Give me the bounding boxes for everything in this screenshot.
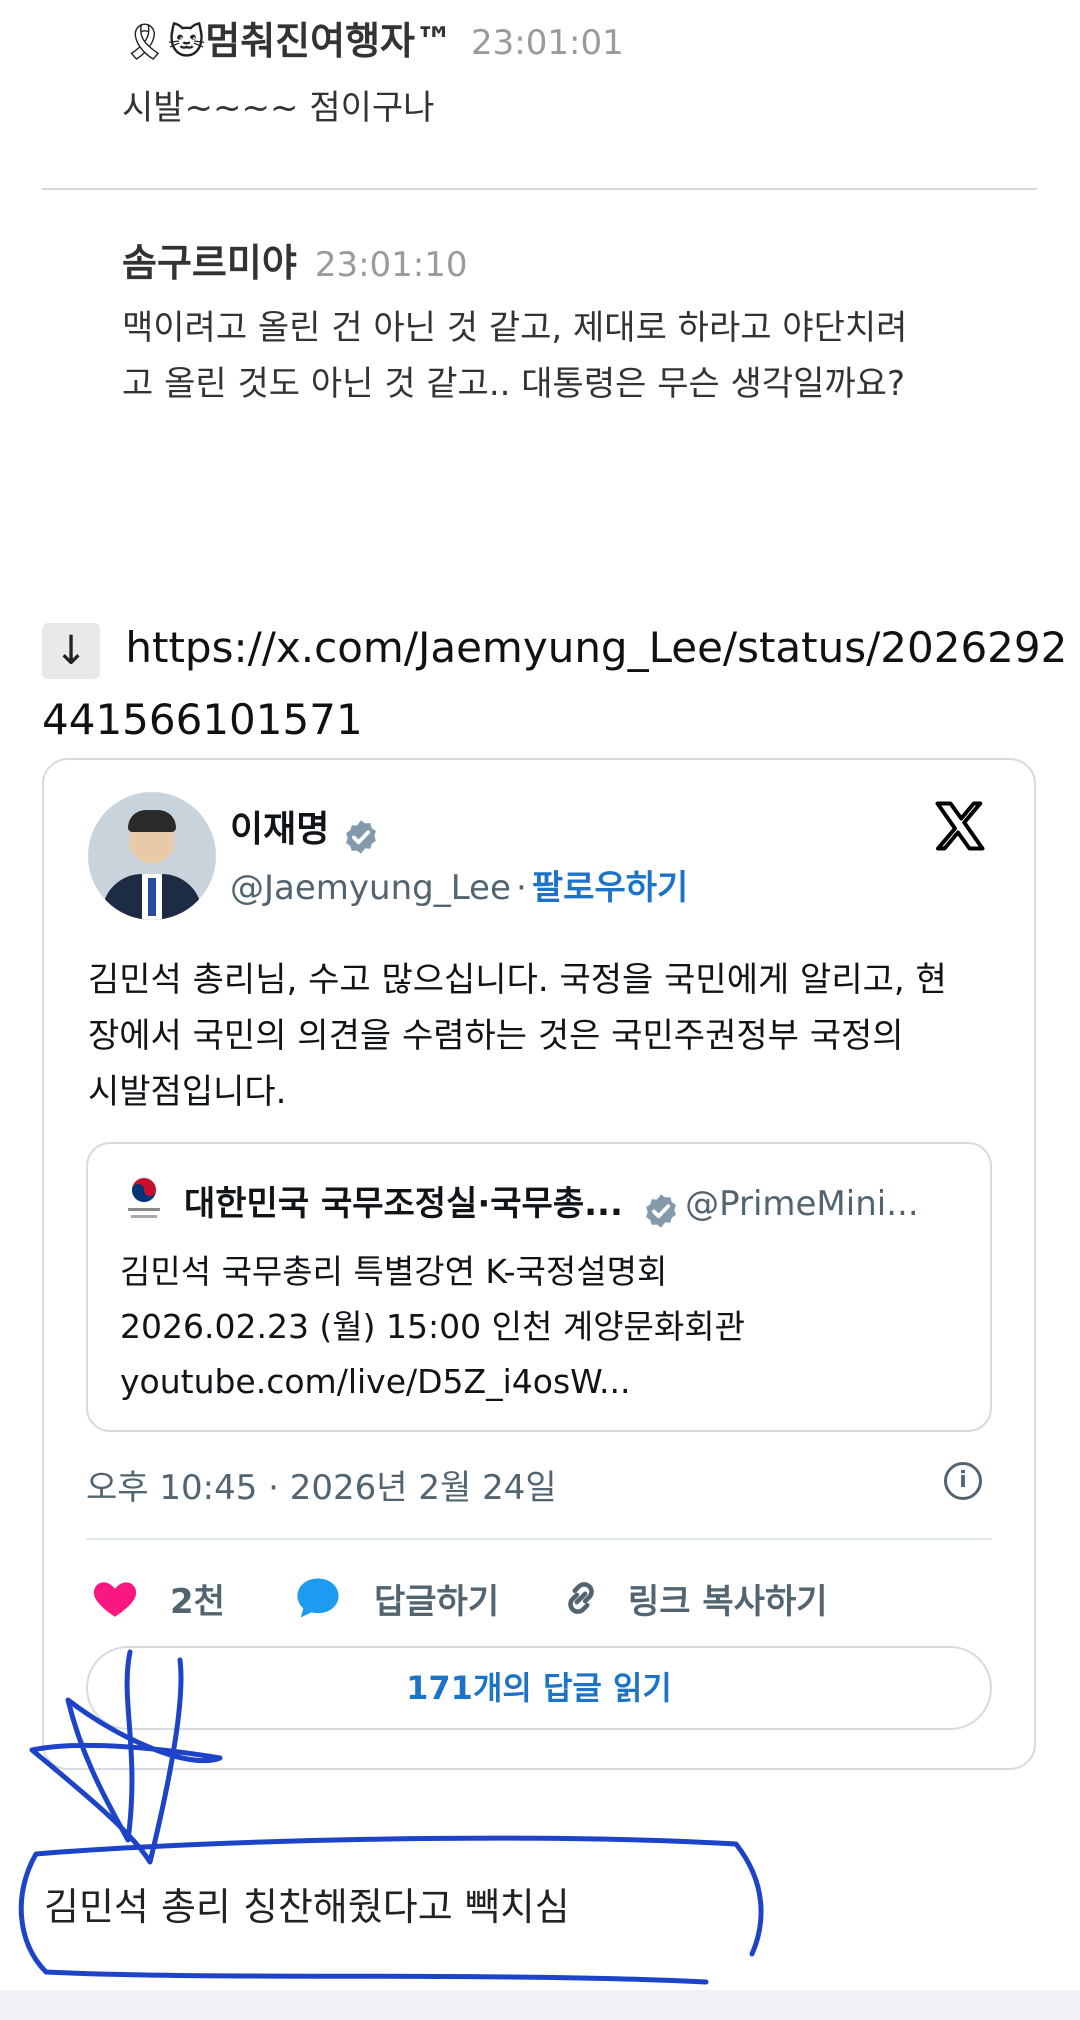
link-url-line2[interactable]: 441566101571 <box>42 695 363 744</box>
comment-body: 시발~~~~ 점이구나 <box>122 88 435 128</box>
tweet-text-line: 김민석 총리님, 수고 많으십니다. 국정을 국민에게 알리고, 현 <box>88 960 947 1000</box>
verified-badge-icon <box>646 1193 676 1228</box>
quote-link[interactable]: youtube.com/live/D5Z_i4osW... <box>120 1354 745 1409</box>
quote-text-line: 2026.02.23 (월) 15:00 인천 계양문화회관 <box>120 1307 745 1346</box>
like-button[interactable]: 2천 <box>90 1570 225 1626</box>
comment-emoji: 🎗🐱 <box>122 22 206 63</box>
tweet-text: 김민석 총리님, 수고 많으십니다. 국정을 국민에게 알리고, 현 장에서 국… <box>88 952 1008 1120</box>
tweet-header: 이재명 <box>230 800 380 856</box>
quote-author-name[interactable]: 대한민국 국무조정실·국무총... <box>184 1184 623 1224</box>
comment-author[interactable]: 솜구르미야 <box>122 241 297 285</box>
comment-author[interactable]: 멈춰진여행자™ <box>205 19 453 63</box>
avatar[interactable] <box>88 792 216 920</box>
comment-body-line: 맥이려고 올린 건 아닌 것 같고, 제대로 하라고 야단치려 <box>122 308 908 348</box>
caption-text: 김민석 총리 칭찬해줬다고 빽치심 <box>44 1885 570 1929</box>
follow-button[interactable]: 팔로우하기 <box>532 868 688 908</box>
link-url-line1[interactable]: https://x.com/Jaemyung_Lee/status/202629… <box>125 623 1067 672</box>
quote-tweet-card[interactable]: 대한민국 국무조정실·국무총... @PrimeMini... 김민석 국무총리… <box>86 1142 992 1432</box>
arrow-down-icon: ↓ <box>42 622 100 679</box>
tweet-link[interactable]: ↓ https://x.com/Jaemyung_Lee/status/2026… <box>42 612 1072 756</box>
reply-bubble-icon <box>297 1578 339 1618</box>
tweet-author-name[interactable]: 이재명 <box>230 809 329 850</box>
copy-link-label: 링크 복사하기 <box>628 1581 828 1622</box>
tweet-text-line: 장에서 국민의 의견을 수렴하는 것은 국민주권정부 국정의 <box>88 1016 904 1056</box>
like-count: 2천 <box>170 1581 225 1622</box>
x-logo-icon[interactable] <box>930 796 990 856</box>
tweet-text-line: 시발점입니다. <box>88 1072 287 1112</box>
reply-label: 답글하기 <box>374 1581 500 1622</box>
comment-time: 23:01:10 <box>314 245 468 285</box>
comment-body-line: 고 올린 것도 아닌 것 같고.. 대통령은 무슨 생각일까요? <box>122 364 906 404</box>
reply-button[interactable]: 답글하기 <box>292 1570 499 1626</box>
info-icon[interactable]: i <box>944 1462 982 1500</box>
quote-text: 김민석 국무총리 특별강연 K-국정설명회 2026.02.23 (월) 15:… <box>120 1244 745 1409</box>
tweet-embed-card[interactable]: 이재명 @Jaemyung_Lee · 팔로우하기 김민석 총리님, 수고 많으… <box>42 758 1036 1770</box>
verified-badge-icon <box>346 819 377 854</box>
comment-time: 23:01:01 <box>471 23 624 63</box>
comment-2: 솜구르미야 23:01:10 <box>122 232 468 287</box>
heart-icon <box>93 1582 137 1617</box>
link-icon <box>568 1582 594 1614</box>
gov-logo-icon <box>122 1174 166 1226</box>
tweet-handle[interactable]: @Jaemyung_Lee <box>230 868 511 908</box>
comment-body: 맥이려고 올린 건 아닌 것 같고, 제대로 하라고 야단치려 고 올린 것도 … <box>122 300 907 412</box>
comment-1: 🎗🐱멈춰진여행자™ 23:01:01 <box>122 10 624 65</box>
bottom-bar <box>0 1990 1080 2020</box>
comment-divider <box>42 188 1037 190</box>
tweet-timestamp[interactable]: 오후 10:45 · 2026년 2월 24일 <box>86 1460 557 1509</box>
quote-handle[interactable]: @PrimeMini... <box>685 1184 919 1224</box>
copy-link-button[interactable]: 링크 복사하기 <box>556 1570 828 1626</box>
tweet-divider <box>86 1538 992 1540</box>
separator: · <box>515 868 527 908</box>
tweet-handle-row: @Jaemyung_Lee · 팔로우하기 <box>230 860 688 909</box>
quote-header: 대한민국 국무조정실·국무총... @PrimeMini... <box>184 1176 919 1230</box>
quote-text-line: 김민석 국무총리 특별강연 K-국정설명회 <box>120 1252 668 1291</box>
